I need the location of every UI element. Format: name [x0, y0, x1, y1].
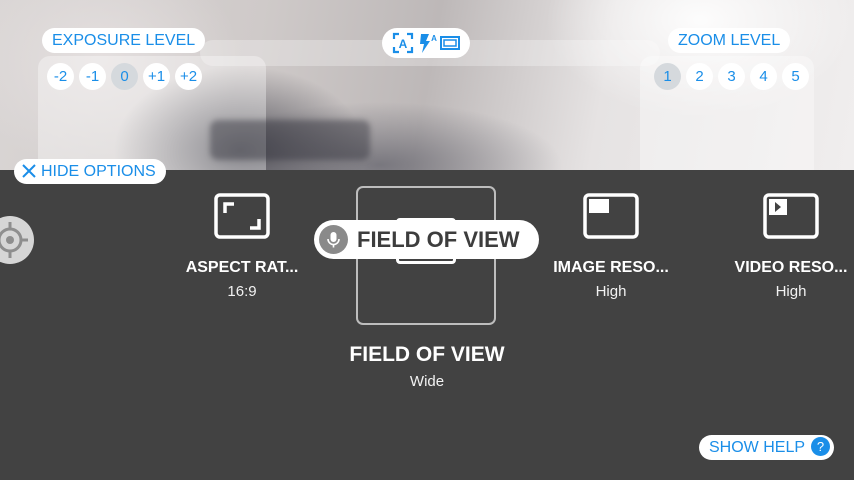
exposure-level-chip[interactable]: +2 [175, 63, 202, 90]
crosshair-target-icon[interactable] [0, 214, 36, 266]
exposure-level-chip[interactable]: -2 [47, 63, 74, 90]
option-video-resolution[interactable]: VIDEO RESO... High [728, 193, 854, 300]
svg-text:A: A [399, 37, 408, 51]
zoom-level-chip[interactable]: 2 [686, 63, 713, 90]
hide-options-button[interactable]: HIDE OPTIONS [14, 159, 166, 184]
show-help-button[interactable]: SHOW HELP? [699, 435, 835, 460]
aspect-ratio-icon [214, 193, 270, 239]
zoom-level-chip-selected[interactable]: 1 [654, 63, 681, 90]
svg-text:A: A [431, 34, 437, 43]
zoom-level-chip[interactable]: 4 [750, 63, 777, 90]
voice-command-pill: FIELD OF VIEW [314, 220, 539, 259]
option-title: IMAGE RESO... [553, 259, 669, 276]
mic-icon [319, 225, 348, 254]
option-image-resolution[interactable]: IMAGE RESO... High [540, 193, 682, 300]
help-icon: ? [811, 437, 831, 456]
option-title: ASPECT RAT... [185, 259, 299, 276]
screen-ratio-icon[interactable] [439, 32, 461, 54]
option-value: Wide [409, 373, 445, 390]
option-title: VIDEO RESO... [734, 259, 848, 276]
exposure-level-label: EXPOSURE LEVEL [42, 28, 206, 53]
option-value: 16:9 [227, 283, 257, 300]
exposure-level-chip[interactable]: +1 [143, 63, 170, 90]
zoom-level-label: ZOOM LEVEL [668, 28, 791, 53]
option-aspect-ratio[interactable]: ASPECT RAT... 16:9 [170, 193, 314, 300]
video-resolution-icon [763, 193, 819, 239]
zoom-level-chip[interactable]: 3 [718, 63, 745, 90]
option-title: FIELD OF VIEW [349, 343, 505, 366]
image-resolution-icon [583, 193, 639, 239]
flash-auto-icon[interactable]: A [416, 32, 438, 54]
auto-focus-icon[interactable]: A [392, 32, 414, 54]
option-value: High [775, 283, 807, 300]
zoom-level-chip[interactable]: 5 [782, 63, 809, 90]
voice-command-label: FIELD OF VIEW [357, 227, 520, 252]
preview-blur [210, 120, 370, 160]
hide-options-label: HIDE OPTIONS [41, 163, 156, 180]
exposure-level-chip[interactable]: -1 [79, 63, 106, 90]
close-icon [22, 164, 36, 178]
camera-mode-pill[interactable]: A A [382, 28, 470, 58]
exposure-level-chip-selected[interactable]: 0 [111, 63, 138, 90]
option-value: High [595, 283, 627, 300]
show-help-label: SHOW HELP [709, 439, 806, 456]
